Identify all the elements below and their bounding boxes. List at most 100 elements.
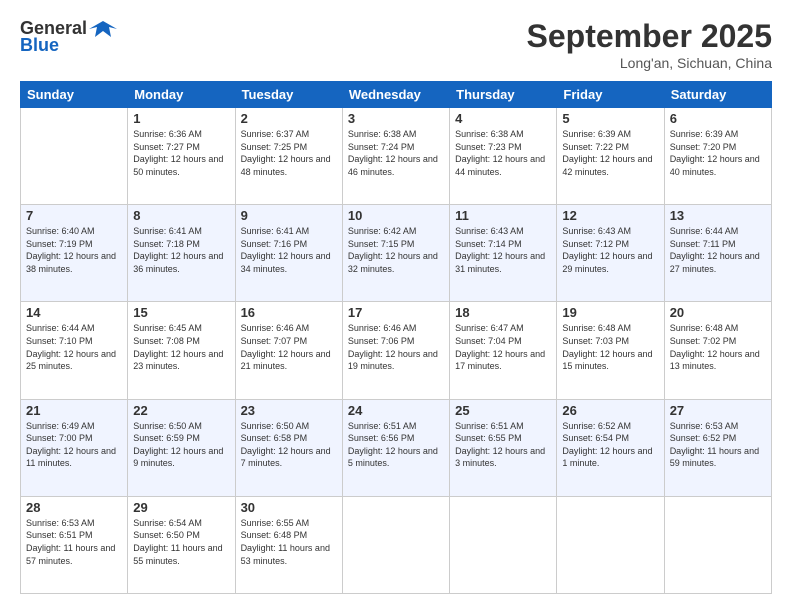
day-info: Sunrise: 6:47 AMSunset: 7:04 PMDaylight:… xyxy=(455,322,551,372)
col-sunday: Sunday xyxy=(21,82,128,108)
day-info: Sunrise: 6:55 AMSunset: 6:48 PMDaylight:… xyxy=(241,517,337,567)
day-number: 15 xyxy=(133,305,229,320)
day-info: Sunrise: 6:46 AMSunset: 7:07 PMDaylight:… xyxy=(241,322,337,372)
day-number: 19 xyxy=(562,305,658,320)
table-row: 6 Sunrise: 6:39 AMSunset: 7:20 PMDaylight… xyxy=(664,108,771,205)
calendar-week-row: 7Sunrise: 6:40 AMSunset: 7:19 PMDaylight… xyxy=(21,205,772,302)
day-number: 17 xyxy=(348,305,444,320)
day-number: 2 xyxy=(241,111,337,126)
col-saturday: Saturday xyxy=(664,82,771,108)
day-info: Sunrise: 6:51 AMSunset: 6:55 PMDaylight:… xyxy=(455,420,551,470)
table-row: 4 Sunrise: 6:38 AMSunset: 7:23 PMDaylight… xyxy=(450,108,557,205)
table-row: 25Sunrise: 6:51 AMSunset: 6:55 PMDayligh… xyxy=(450,399,557,496)
col-thursday: Thursday xyxy=(450,82,557,108)
day-info: Sunrise: 6:43 AMSunset: 7:14 PMDaylight:… xyxy=(455,225,551,275)
day-info: Sunrise: 6:46 AMSunset: 7:06 PMDaylight:… xyxy=(348,322,444,372)
day-number: 27 xyxy=(670,403,766,418)
day-number: 10 xyxy=(348,208,444,223)
table-row: 11 Sunrise: 6:43 AMSunset: 7:14 PMDayligh… xyxy=(450,205,557,302)
table-row: 23Sunrise: 6:50 AMSunset: 6:58 PMDayligh… xyxy=(235,399,342,496)
table-row: 16Sunrise: 6:46 AMSunset: 7:07 PMDayligh… xyxy=(235,302,342,399)
table-row: 18Sunrise: 6:47 AMSunset: 7:04 PMDayligh… xyxy=(450,302,557,399)
day-number: 4 xyxy=(455,111,551,126)
table-row: 29 Sunrise: 6:54 AMSunset: 6:50 PMDayligh… xyxy=(128,496,235,593)
day-info: Sunrise: 6:54 AMSunset: 6:50 PMDaylight:… xyxy=(133,517,229,567)
col-monday: Monday xyxy=(128,82,235,108)
day-number: 13 xyxy=(670,208,766,223)
day-number: 14 xyxy=(26,305,122,320)
table-row: 20 Sunrise: 6:48 AMSunset: 7:02 PMDayligh… xyxy=(664,302,771,399)
day-number: 29 xyxy=(133,500,229,515)
day-number: 9 xyxy=(241,208,337,223)
day-info: Sunrise: 6:39 AMSunset: 7:20 PMDaylight:… xyxy=(670,128,766,178)
table-row: 28 Sunrise: 6:53 AMSunset: 6:51 PMDayligh… xyxy=(21,496,128,593)
calendar-header-row: Sunday Monday Tuesday Wednesday Thursday… xyxy=(21,82,772,108)
table-row: 12Sunrise: 6:43 AMSunset: 7:12 PMDayligh… xyxy=(557,205,664,302)
day-info: Sunrise: 6:38 AMSunset: 7:23 PMDaylight:… xyxy=(455,128,551,178)
calendar-week-row: 1 Sunrise: 6:36 AMSunset: 7:27 PMDaylight… xyxy=(21,108,772,205)
day-info: Sunrise: 6:51 AMSunset: 6:56 PMDaylight:… xyxy=(348,420,444,470)
table-row: 30 Sunrise: 6:55 AMSunset: 6:48 PMDayligh… xyxy=(235,496,342,593)
day-number: 8 xyxy=(133,208,229,223)
day-number: 6 xyxy=(670,111,766,126)
logo-blue: Blue xyxy=(20,35,59,56)
day-info: Sunrise: 6:45 AMSunset: 7:08 PMDaylight:… xyxy=(133,322,229,372)
table-row: 15 Sunrise: 6:45 AMSunset: 7:08 PMDayligh… xyxy=(128,302,235,399)
day-number: 24 xyxy=(348,403,444,418)
table-row: 27 Sunrise: 6:53 AMSunset: 6:52 PMDayligh… xyxy=(664,399,771,496)
table-row: 22Sunrise: 6:50 AMSunset: 6:59 PMDayligh… xyxy=(128,399,235,496)
table-row: 3Sunrise: 6:38 AMSunset: 7:24 PMDaylight… xyxy=(342,108,449,205)
table-row: 26 Sunrise: 6:52 AMSunset: 6:54 PMDayligh… xyxy=(557,399,664,496)
table-row: 7Sunrise: 6:40 AMSunset: 7:19 PMDaylight… xyxy=(21,205,128,302)
table-row: 8 Sunrise: 6:41 AMSunset: 7:18 PMDaylight… xyxy=(128,205,235,302)
table-row: 1 Sunrise: 6:36 AMSunset: 7:27 PMDaylight… xyxy=(128,108,235,205)
day-info: Sunrise: 6:41 AMSunset: 7:16 PMDaylight:… xyxy=(241,225,337,275)
day-number: 5 xyxy=(562,111,658,126)
table-row: 14 Sunrise: 6:44 AMSunset: 7:10 PMDayligh… xyxy=(21,302,128,399)
day-info: Sunrise: 6:37 AMSunset: 7:25 PMDaylight:… xyxy=(241,128,337,178)
day-info: Sunrise: 6:49 AMSunset: 7:00 PMDaylight:… xyxy=(26,420,122,470)
calendar-table: Sunday Monday Tuesday Wednesday Thursday… xyxy=(20,81,772,594)
day-number: 28 xyxy=(26,500,122,515)
day-info: Sunrise: 6:53 AMSunset: 6:51 PMDaylight:… xyxy=(26,517,122,567)
calendar-week-row: 28 Sunrise: 6:53 AMSunset: 6:51 PMDayligh… xyxy=(21,496,772,593)
day-info: Sunrise: 6:39 AMSunset: 7:22 PMDaylight:… xyxy=(562,128,658,178)
day-info: Sunrise: 6:52 AMSunset: 6:54 PMDaylight:… xyxy=(562,420,658,470)
table-row: 10 Sunrise: 6:42 AMSunset: 7:15 PMDayligh… xyxy=(342,205,449,302)
day-number: 22 xyxy=(133,403,229,418)
table-row: 5 Sunrise: 6:39 AMSunset: 7:22 PMDaylight… xyxy=(557,108,664,205)
day-info: Sunrise: 6:38 AMSunset: 7:24 PMDaylight:… xyxy=(348,128,444,178)
day-number: 12 xyxy=(562,208,658,223)
day-info: Sunrise: 6:53 AMSunset: 6:52 PMDaylight:… xyxy=(670,420,766,470)
day-info: Sunrise: 6:42 AMSunset: 7:15 PMDaylight:… xyxy=(348,225,444,275)
table-row: 19Sunrise: 6:48 AMSunset: 7:03 PMDayligh… xyxy=(557,302,664,399)
col-wednesday: Wednesday xyxy=(342,82,449,108)
day-number: 7 xyxy=(26,208,122,223)
table-row: 17 Sunrise: 6:46 AMSunset: 7:06 PMDayligh… xyxy=(342,302,449,399)
day-number: 23 xyxy=(241,403,337,418)
day-number: 20 xyxy=(670,305,766,320)
col-friday: Friday xyxy=(557,82,664,108)
logo: General Blue xyxy=(20,18,117,56)
col-tuesday: Tuesday xyxy=(235,82,342,108)
header: General Blue September 2025 Long'an, Sic… xyxy=(20,18,772,71)
day-info: Sunrise: 6:41 AMSunset: 7:18 PMDaylight:… xyxy=(133,225,229,275)
table-row xyxy=(557,496,664,593)
day-number: 30 xyxy=(241,500,337,515)
day-info: Sunrise: 6:36 AMSunset: 7:27 PMDaylight:… xyxy=(133,128,229,178)
table-row: 13Sunrise: 6:44 AMSunset: 7:11 PMDayligh… xyxy=(664,205,771,302)
table-row: 9 Sunrise: 6:41 AMSunset: 7:16 PMDaylight… xyxy=(235,205,342,302)
table-row: 24 Sunrise: 6:51 AMSunset: 6:56 PMDayligh… xyxy=(342,399,449,496)
logo-bird-icon xyxy=(89,19,117,39)
day-number: 26 xyxy=(562,403,658,418)
table-row: 2 Sunrise: 6:37 AMSunset: 7:25 PMDaylight… xyxy=(235,108,342,205)
day-info: Sunrise: 6:48 AMSunset: 7:02 PMDaylight:… xyxy=(670,322,766,372)
day-number: 1 xyxy=(133,111,229,126)
table-row xyxy=(664,496,771,593)
table-row xyxy=(342,496,449,593)
location: Long'an, Sichuan, China xyxy=(527,55,772,71)
day-info: Sunrise: 6:44 AMSunset: 7:10 PMDaylight:… xyxy=(26,322,122,372)
table-row xyxy=(21,108,128,205)
table-row xyxy=(450,496,557,593)
day-number: 11 xyxy=(455,208,551,223)
